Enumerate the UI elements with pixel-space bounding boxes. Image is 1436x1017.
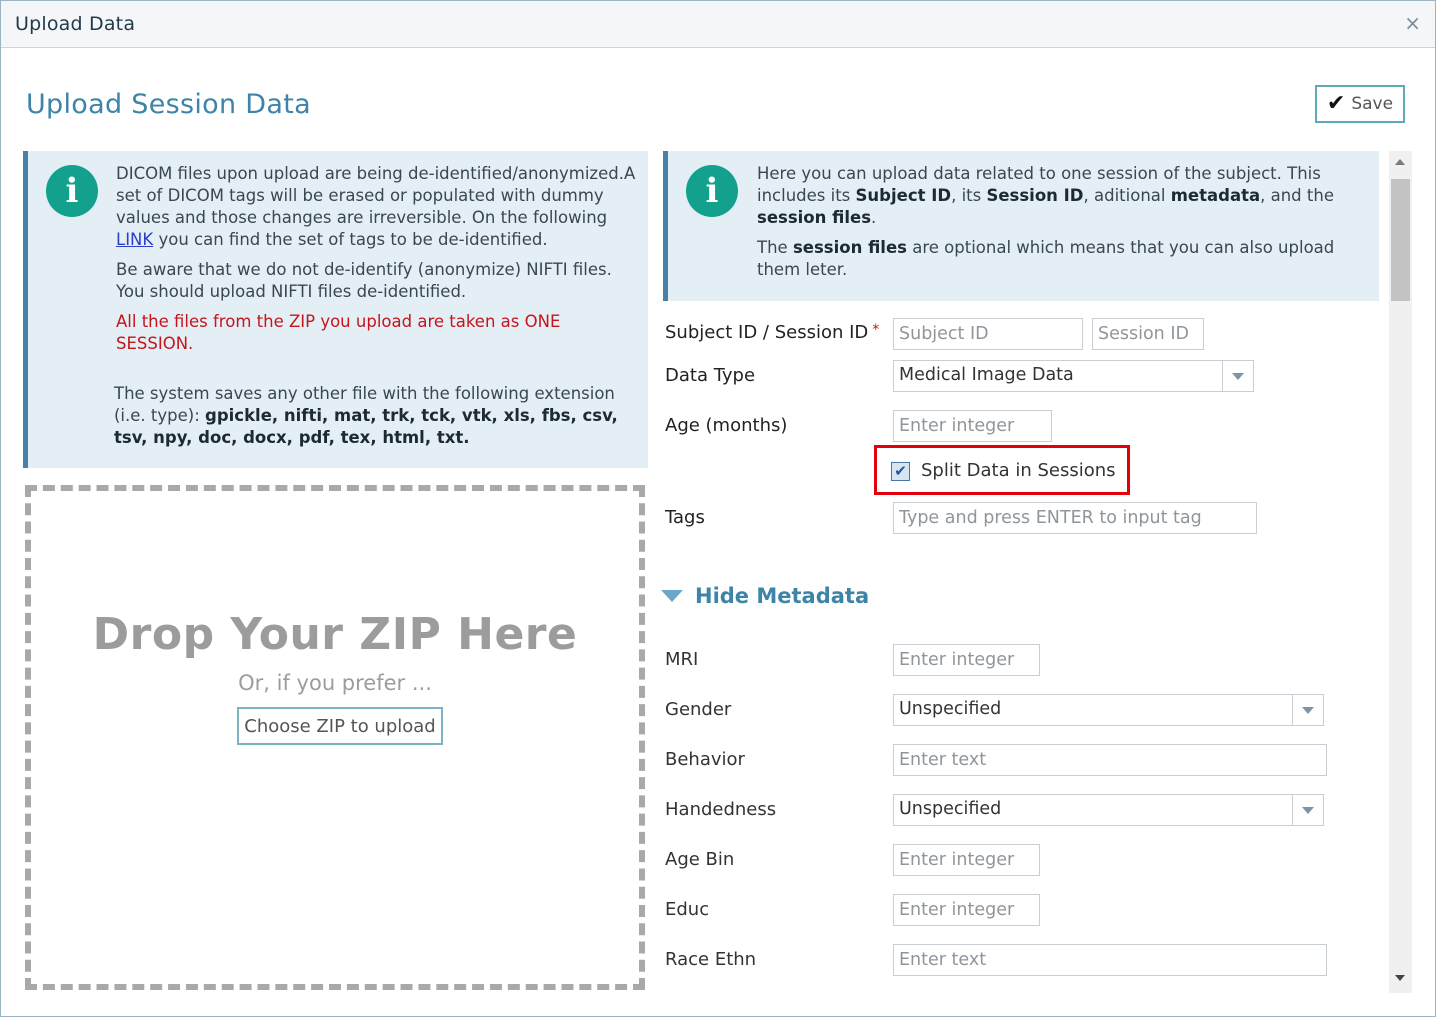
session-info-paragraph-1: Here you can upload data related to one … (757, 163, 1357, 229)
info-text: , aditional (1083, 186, 1171, 205)
chevron-down-icon[interactable] (1292, 795, 1323, 825)
gender-value: Unspecified (899, 699, 1002, 719)
scroll-up-icon[interactable] (1395, 159, 1405, 165)
scroll-down-icon[interactable] (1395, 975, 1405, 981)
handedness-select[interactable]: Unspecified (893, 794, 1324, 826)
educ-label: Educ (665, 899, 710, 920)
info-bold: Session ID (986, 186, 1084, 205)
page-title: Upload Session Data (26, 89, 311, 120)
behavior-label: Behavior (665, 749, 745, 770)
extensions-paragraph: The system saves any other file with the… (114, 383, 639, 449)
data-type-select[interactable]: Medical Image Data (893, 360, 1254, 392)
educ-input[interactable] (893, 894, 1040, 926)
session-id-input[interactable] (1092, 318, 1204, 350)
triangle-down-icon (661, 590, 683, 602)
dialog-title: Upload Data (15, 13, 136, 35)
session-info-paragraph-2: The session files are optional which mea… (757, 237, 1357, 281)
chevron-down-icon[interactable] (1222, 361, 1253, 391)
age-bin-input[interactable] (893, 844, 1040, 876)
info-bold: metadata (1170, 186, 1261, 205)
save-button[interactable]: ✔ Save (1315, 85, 1405, 123)
info-icon: i (46, 165, 98, 217)
handedness-label: Handedness (665, 799, 777, 820)
deidentify-text-end: you can find the set of tags to be de-id… (153, 230, 548, 249)
age-bin-label: Age Bin (665, 849, 735, 870)
scrollbar-thumb[interactable] (1391, 179, 1410, 301)
age-input[interactable] (893, 410, 1052, 442)
dialog-titlebar: Upload Data × (1, 1, 1435, 48)
dicom-info-text: DICOM files upon upload are being de-ide… (116, 163, 636, 363)
subject-session-label: Subject ID / Session ID * (665, 322, 879, 343)
gender-label: Gender (665, 699, 732, 720)
drop-zone-subtitle: Or, if you prefer ... (238, 671, 432, 695)
chevron-down-icon[interactable] (1292, 695, 1323, 725)
tags-input[interactable] (893, 502, 1257, 534)
race-ethn-input[interactable] (893, 944, 1327, 976)
data-type-value: Medical Image Data (899, 365, 1074, 385)
deidentify-paragraph: DICOM files upon upload are being de-ide… (116, 163, 636, 251)
one-session-warning: All the files from the ZIP you upload ar… (116, 312, 561, 353)
behavior-input[interactable] (893, 744, 1327, 776)
zip-drop-zone[interactable]: Drop Your ZIP Here Or, if you prefer ...… (25, 485, 645, 990)
required-marker: * (872, 322, 880, 338)
info-text: The (757, 238, 793, 257)
mri-input[interactable] (893, 644, 1040, 676)
age-label: Age (months) (665, 415, 788, 436)
race-ethn-label: Race Ethn (665, 949, 757, 970)
info-text: , and the (1260, 186, 1334, 205)
gender-select[interactable]: Unspecified (893, 694, 1324, 726)
tags-label: Tags (665, 507, 705, 528)
deidentify-link[interactable]: LINK (116, 230, 153, 249)
split-data-label[interactable]: Split Data in Sessions (921, 460, 1116, 481)
save-button-label: Save (1351, 94, 1394, 114)
close-icon[interactable]: × (1404, 11, 1421, 35)
nifti-warning: Be aware that we do not de-identify (ano… (116, 260, 612, 301)
info-text: . (871, 208, 877, 227)
session-info-panel: i Here you can upload data related to on… (663, 151, 1379, 301)
choose-zip-button[interactable]: Choose ZIP to upload (237, 707, 443, 745)
info-bold: session files (757, 208, 872, 227)
deidentify-text: DICOM files upon upload are being de-ide… (116, 164, 636, 227)
subject-session-label-text: Subject ID / Session ID (665, 322, 869, 343)
data-type-label: Data Type (665, 365, 756, 386)
checkmark-icon: ✔ (1326, 91, 1346, 116)
subject-id-input[interactable] (893, 318, 1083, 350)
drop-zone-title: Drop Your ZIP Here (92, 609, 578, 660)
info-bold: Subject ID (855, 186, 952, 205)
dicom-info-panel: i DICOM files upon upload are being de-i… (23, 151, 648, 468)
hide-metadata-toggle[interactable]: Hide Metadata (661, 584, 869, 608)
info-icon: i (686, 165, 738, 217)
upload-data-dialog: Upload Data × Upload Session Data ✔ Save… (0, 0, 1436, 1017)
info-text: , its (951, 186, 987, 205)
info-bold: session files (792, 238, 907, 257)
session-info-text: Here you can upload data related to one … (757, 163, 1357, 289)
mri-label: MRI (665, 649, 699, 670)
hide-metadata-label: Hide Metadata (695, 584, 870, 608)
vertical-scrollbar[interactable] (1389, 151, 1412, 993)
split-data-checkbox[interactable]: ✔ (891, 462, 910, 481)
handedness-value: Unspecified (899, 799, 1002, 819)
